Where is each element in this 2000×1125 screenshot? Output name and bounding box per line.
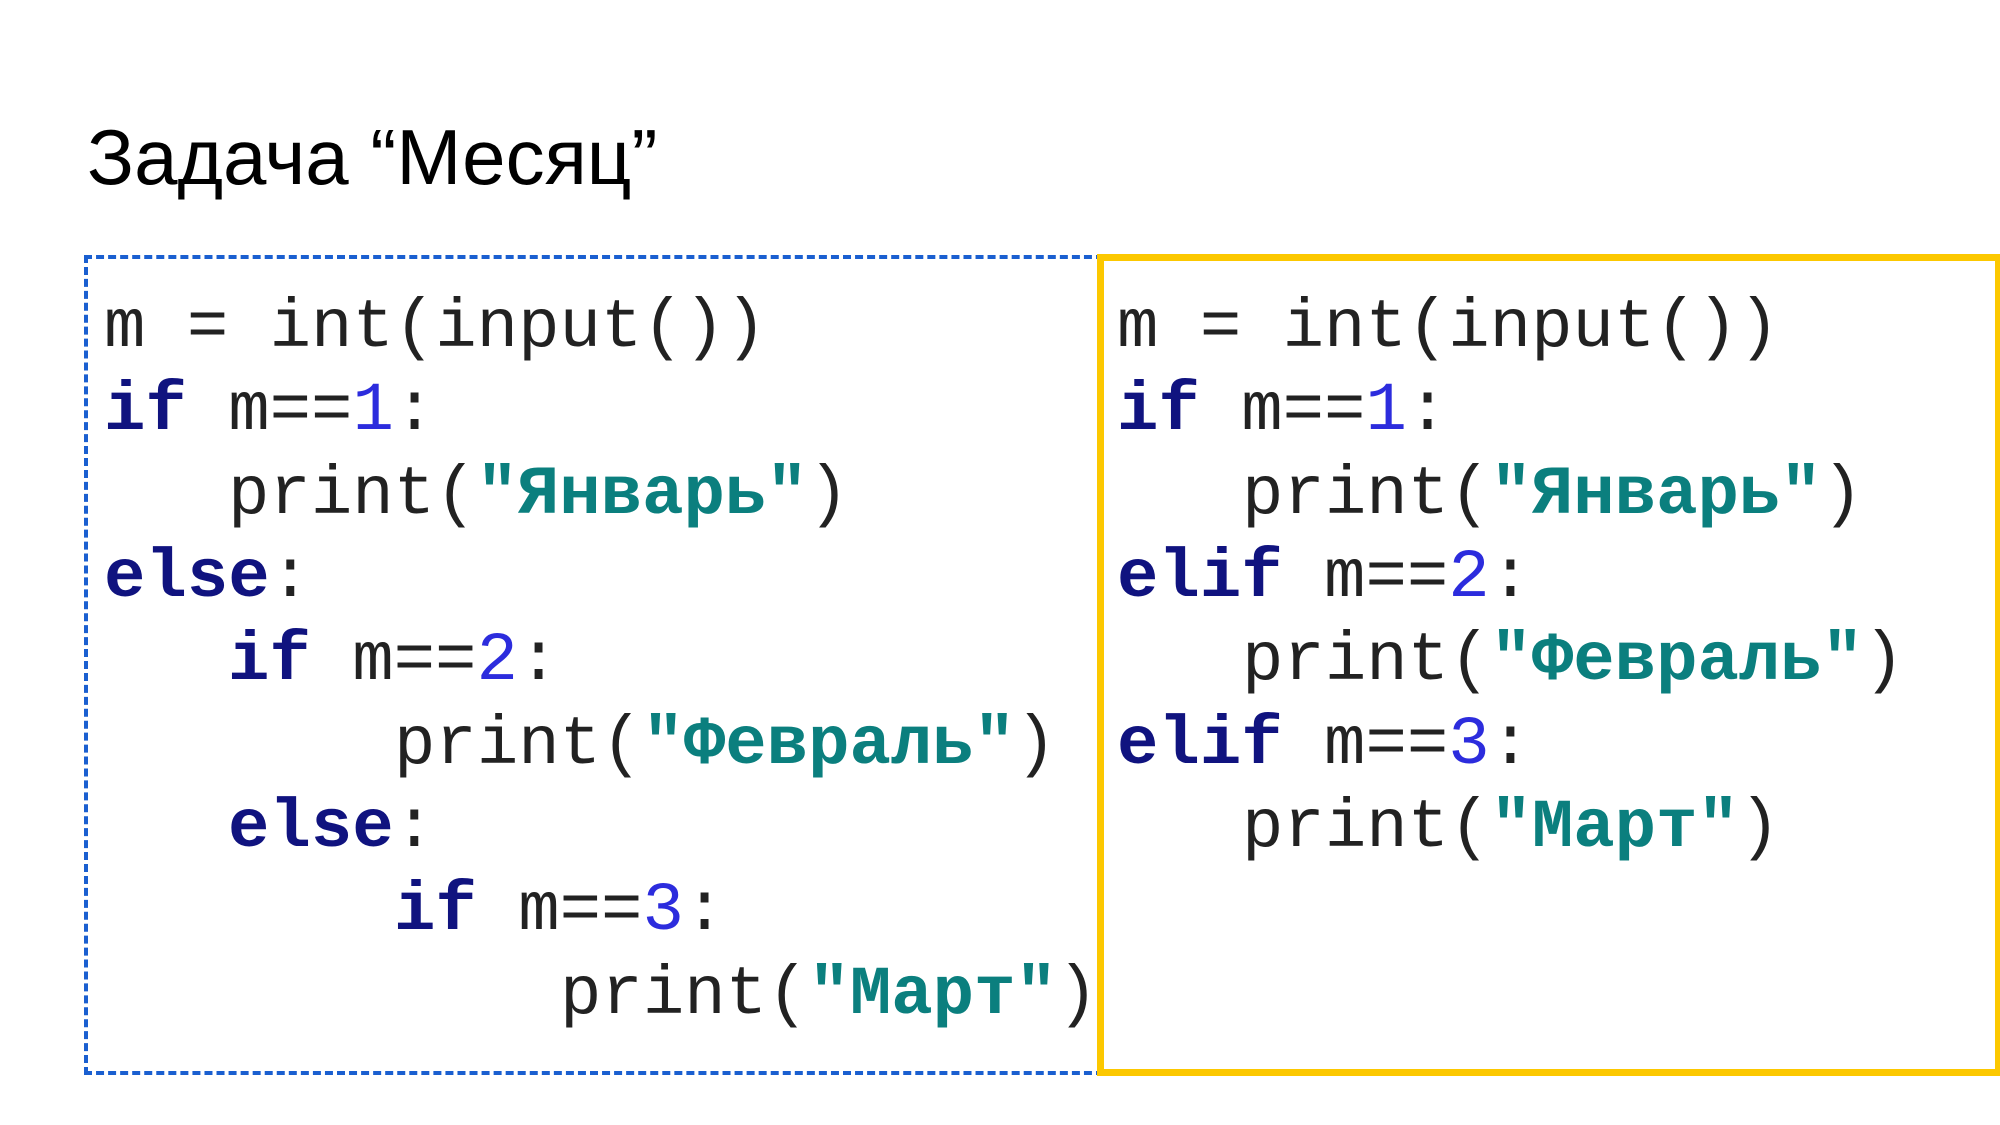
- left-code-line-8: if m==3:: [394, 877, 725, 946]
- string-literal: "Февраль": [642, 706, 1016, 784]
- close-paren: ): [1738, 789, 1781, 867]
- colon: :: [517, 622, 560, 700]
- number-literal: 1: [1365, 372, 1407, 450]
- number-literal: 2: [476, 622, 518, 700]
- keyword-if: if: [104, 372, 187, 450]
- condition-text: m==: [310, 622, 477, 700]
- number-literal: 3: [1448, 706, 1490, 784]
- string-literal: "Март": [1490, 789, 1739, 867]
- keyword-if: if: [1117, 372, 1200, 450]
- left-code-line-1: m = int(input()): [104, 294, 767, 363]
- keyword-elif: elif: [1117, 539, 1283, 617]
- string-literal: "Февраль": [1490, 622, 1864, 700]
- condition-text: m==: [186, 372, 353, 450]
- close-paren: ): [1056, 956, 1099, 1034]
- colon: :: [1489, 706, 1532, 784]
- print-call: print(: [1242, 456, 1491, 534]
- print-call: print(: [228, 456, 477, 534]
- colon: :: [393, 372, 436, 450]
- right-code-line-2: if m==1:: [1117, 377, 1448, 446]
- left-code-line-4: else:: [104, 544, 311, 613]
- colon: :: [1406, 372, 1449, 450]
- left-code-line-5: if m==2:: [228, 627, 559, 696]
- string-literal: "Январь": [476, 456, 808, 534]
- left-line1-text: m = int(input()): [104, 289, 767, 367]
- right-code-line-6: elif m==3:: [1117, 711, 1531, 780]
- condition-text: m==: [1282, 706, 1449, 784]
- colon: :: [683, 872, 726, 950]
- left-code-line-3: print("Январь"): [228, 461, 849, 530]
- left-code-line-7: else:: [228, 794, 435, 863]
- colon: :: [1489, 539, 1532, 617]
- colon: :: [269, 539, 312, 617]
- close-paren: ): [807, 456, 850, 534]
- number-literal: 1: [352, 372, 394, 450]
- condition-text: m==: [1199, 372, 1366, 450]
- print-call: print(: [1242, 622, 1491, 700]
- keyword-elif: elif: [1117, 706, 1283, 784]
- right-code-line-1: m = int(input()): [1117, 294, 1780, 363]
- left-code-line-9: print("Март"): [560, 961, 1098, 1030]
- keyword-else: else: [228, 789, 394, 867]
- number-literal: 3: [642, 872, 684, 950]
- close-paren: ): [1015, 706, 1057, 784]
- right-code-line-5: print("Февраль"): [1242, 627, 1905, 696]
- keyword-if: if: [394, 872, 477, 950]
- keyword-if: if: [228, 622, 311, 700]
- keyword-else: else: [104, 539, 270, 617]
- print-call: print(: [560, 956, 809, 1034]
- number-literal: 2: [1448, 539, 1490, 617]
- slide-title: Задача “Месяц”: [87, 113, 658, 201]
- condition-text: m==: [1282, 539, 1449, 617]
- right-code-line-4: elif m==2:: [1117, 544, 1531, 613]
- left-code-line-2: if m==1:: [104, 377, 435, 446]
- string-literal: "Март": [808, 956, 1057, 1034]
- print-call: print(: [1242, 789, 1491, 867]
- print-call: print(: [394, 706, 643, 784]
- condition-text: m==: [476, 872, 643, 950]
- close-paren: ): [1821, 456, 1864, 534]
- left-code-line-6: print("Февраль"): [394, 711, 1057, 780]
- close-paren: ): [1863, 622, 1905, 700]
- colon: :: [393, 789, 436, 867]
- right-code-line-3: print("Январь"): [1242, 461, 1863, 530]
- right-line1-text: m = int(input()): [1117, 289, 1780, 367]
- right-code-line-7: print("Март"): [1242, 794, 1780, 863]
- string-literal: "Январь": [1490, 456, 1822, 534]
